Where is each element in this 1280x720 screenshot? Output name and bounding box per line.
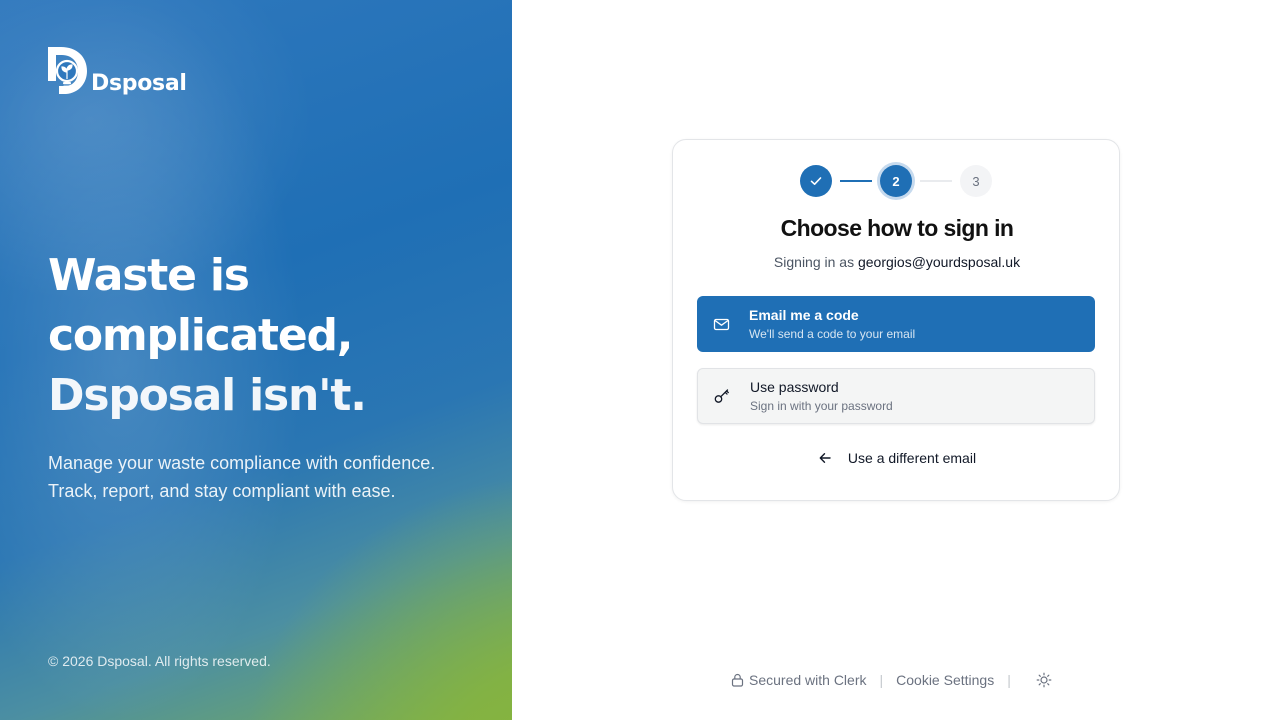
option-label: Email me a code bbox=[749, 307, 859, 323]
step-connector bbox=[840, 180, 872, 182]
option-description: We'll send a code to your email bbox=[749, 327, 916, 341]
password-option-button[interactable]: Use password Sign in with your password bbox=[697, 368, 1095, 424]
theme-toggle-sun-icon[interactable] bbox=[1036, 672, 1052, 688]
brand-name: Dsposal bbox=[91, 71, 187, 96]
option-texts: Use password Sign in with your password bbox=[750, 378, 893, 414]
sign-in-card: 2 3 Choose how to sign in Signing in as … bbox=[672, 139, 1120, 501]
hero-headline: Waste is complicated, Dsposal isn't. bbox=[48, 246, 488, 426]
subtitle-line: Track, report, and stay compliant with e… bbox=[48, 481, 396, 501]
brand-logo: Dsposal bbox=[48, 47, 187, 97]
footer-separator: | bbox=[1007, 672, 1011, 688]
hero-subtitle: Manage your waste compliance with confid… bbox=[48, 449, 488, 505]
page-footer: Secured with Clerk | Cookie Settings | bbox=[731, 670, 1052, 690]
option-label: Use password bbox=[750, 379, 839, 395]
use-different-email-link[interactable]: Use a different email bbox=[673, 448, 1121, 468]
step-3-upcoming: 3 bbox=[960, 165, 992, 197]
footer-separator: | bbox=[879, 672, 884, 688]
check-icon bbox=[810, 177, 822, 185]
cookie-settings-link[interactable]: Cookie Settings bbox=[896, 672, 994, 688]
lock-icon bbox=[731, 673, 744, 687]
card-title: Choose how to sign in bbox=[780, 215, 1014, 241]
signing-in-as: Signing in as georgios@yourdsposal.uk bbox=[673, 254, 1121, 270]
signing-prefix: Signing in as bbox=[773, 254, 855, 270]
key-icon bbox=[713, 387, 731, 405]
step-1-complete bbox=[800, 165, 832, 197]
dsposal-logo-mark-icon bbox=[48, 47, 87, 94]
step-connector bbox=[920, 180, 952, 182]
progress-stepper: 2 3 bbox=[673, 164, 1121, 198]
headline-line: Dsposal isn't. bbox=[48, 370, 367, 421]
option-description: Sign in with your password bbox=[750, 399, 893, 413]
back-label: Use a different email bbox=[847, 450, 977, 466]
headline-line: complicated, bbox=[48, 310, 353, 361]
email-code-option-button[interactable]: Email me a code We'll send a code to you… bbox=[697, 296, 1095, 352]
secured-with-clerk-link[interactable]: Secured with Clerk bbox=[749, 672, 867, 688]
copyright-text: © 2026 Dsposal. All rights reserved. bbox=[48, 653, 271, 669]
headline-line: Waste is bbox=[48, 250, 250, 301]
user-email: georgios@yourdsposal.uk bbox=[857, 254, 1021, 270]
option-texts: Email me a code We'll send a code to you… bbox=[749, 306, 915, 342]
step-2-current: 2 bbox=[880, 165, 912, 197]
hero-panel: Dsposal Waste is complicated, Dsposal is… bbox=[0, 0, 512, 720]
arrow-left-icon bbox=[818, 451, 832, 465]
mail-icon bbox=[712, 315, 730, 333]
subtitle-line: Manage your waste compliance with confid… bbox=[48, 453, 436, 473]
